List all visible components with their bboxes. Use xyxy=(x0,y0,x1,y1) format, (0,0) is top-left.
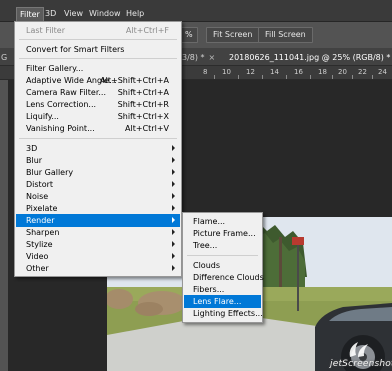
tab-title: 20180626_111041.jpg @ 25% (RGB/8) * xyxy=(229,53,391,62)
ruler-label: 10 xyxy=(222,68,231,76)
menu-item-label: Pixelate xyxy=(26,204,58,213)
menu-window[interactable]: Window xyxy=(86,7,124,21)
ruler-tick xyxy=(238,75,239,79)
tools-panel-edge xyxy=(0,80,8,371)
ruler-label: 8 xyxy=(203,68,208,76)
menu-item-label: Filter Gallery... xyxy=(26,64,84,73)
menu-item-convert-smart-filters[interactable]: Convert for Smart Filters xyxy=(16,43,180,56)
menu-help[interactable]: Help xyxy=(123,7,147,21)
ruler-label: 12 xyxy=(246,68,255,76)
menu-item-label: Blur Gallery xyxy=(26,168,74,177)
ruler-tick xyxy=(310,75,311,79)
render-submenu: Flame... Picture Frame... Tree... Clouds… xyxy=(182,212,264,323)
submenu-arrow-icon xyxy=(172,181,175,187)
watermark-logo-icon xyxy=(349,342,368,357)
submenu-arrow-icon xyxy=(172,253,175,259)
ruler-tick xyxy=(286,75,287,79)
menu-item-label: 3D xyxy=(26,144,38,153)
ruler-label: 22 xyxy=(358,68,367,76)
menu-separator xyxy=(19,39,177,40)
submenu-arrow-icon xyxy=(172,157,175,163)
ruler-tick xyxy=(352,75,353,79)
fill-screen-button[interactable]: Fill Screen xyxy=(258,27,313,43)
watermark: jetScreenshot xyxy=(318,339,392,369)
ruler-label: 16 xyxy=(294,68,303,76)
submenu-arrow-icon xyxy=(172,193,175,199)
ruler-tick xyxy=(214,75,215,79)
menu-item-other[interactable]: Other xyxy=(16,262,180,275)
menu-item-label: Convert for Smart Filters xyxy=(26,45,125,54)
menu-item-vanishing-point[interactable]: Vanishing Point... Alt+Ctrl+V xyxy=(16,122,180,135)
menu-separator xyxy=(187,255,258,256)
photoshop-window: Filter 3D View Window Help % Fit Screen … xyxy=(0,0,392,371)
menu-filter[interactable]: Filter xyxy=(16,7,44,21)
ruler-label: 24 xyxy=(378,68,387,76)
menu-item-tree[interactable]: Tree... xyxy=(184,239,261,252)
submenu-arrow-icon xyxy=(172,229,175,235)
menu-item-last-filter: Last Filter Alt+Ctrl+F xyxy=(16,24,180,37)
menu-item-label: Vanishing Point... xyxy=(26,124,95,133)
submenu-arrow-icon xyxy=(172,145,175,151)
submenu-arrow-icon xyxy=(172,265,175,271)
menu-item-label: Stylize xyxy=(26,240,53,249)
document-tab-partial[interactable]: G xyxy=(1,51,7,64)
menu-item-shortcut: Alt+Ctrl+F xyxy=(125,26,169,35)
menu-item-label: Blur xyxy=(26,156,43,165)
menu-item-label: Lens Correction... xyxy=(26,100,97,109)
ruler-tick xyxy=(332,75,333,79)
filter-menu: Last Filter Alt+Ctrl+F Convert for Smart… xyxy=(14,21,182,277)
menu-item-label: Other xyxy=(26,264,49,273)
submenu-arrow-icon xyxy=(172,241,175,247)
tab-title: 3/8) * xyxy=(182,53,205,62)
menu-item-label: Render xyxy=(26,216,55,225)
menu-item-shortcut: Alt+Ctrl+V xyxy=(125,124,169,133)
menu-separator xyxy=(19,58,177,59)
ruler-tick xyxy=(262,75,263,79)
tab-close-icon[interactable]: × xyxy=(209,53,216,62)
menu-item-label: Noise xyxy=(26,192,49,201)
watermark-text: jetScreenshot xyxy=(330,359,392,369)
submenu-arrow-icon xyxy=(172,217,175,223)
document-tab-previous[interactable]: 3/8) * × xyxy=(182,51,215,64)
menu-item-label: Camera Raw Filter... xyxy=(26,88,107,97)
menu-item-lighting-effects[interactable]: Lighting Effects... xyxy=(184,307,263,320)
menu-separator xyxy=(19,138,177,139)
menu-3d[interactable]: 3D xyxy=(42,7,59,21)
ruler-label: 18 xyxy=(318,68,327,76)
ruler-label: 14 xyxy=(270,68,279,76)
menu-item-label: Last Filter xyxy=(26,26,66,35)
submenu-arrow-icon xyxy=(172,205,175,211)
menu-item-label: Sharpen xyxy=(26,228,60,237)
ruler-tick xyxy=(372,75,373,79)
menu-item-label: Distort xyxy=(26,180,54,189)
ruler-label: 20 xyxy=(338,68,347,76)
submenu-arrow-icon xyxy=(172,169,175,175)
menu-item-label: Video xyxy=(26,252,49,261)
menu-bar: Filter 3D View Window Help xyxy=(0,0,392,22)
menu-item-label: Liquify... xyxy=(26,112,59,121)
fit-screen-button[interactable]: Fit Screen xyxy=(206,27,260,43)
document-tab-active[interactable]: 20180626_111041.jpg @ 25% (RGB/8) *× xyxy=(229,51,392,64)
menu-view[interactable]: View xyxy=(61,7,86,21)
